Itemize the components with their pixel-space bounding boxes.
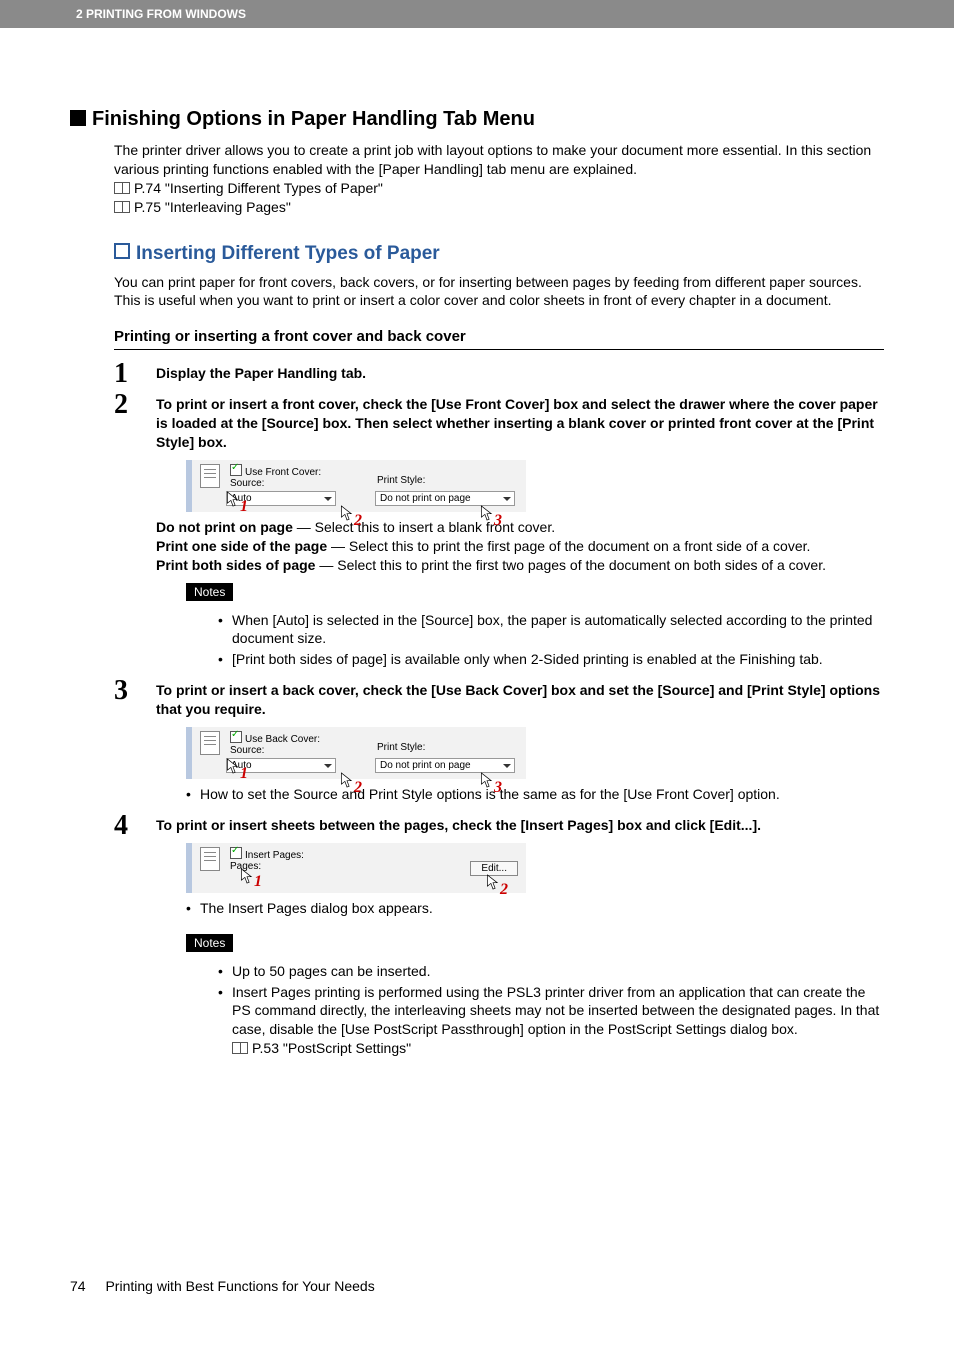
notes-list: Up to 50 pages can be inserted. Insert P… (218, 962, 884, 1058)
checkbox-icon (230, 731, 242, 743)
page-icon (200, 731, 220, 755)
callout-number: 1 (240, 498, 248, 516)
source-label: Source: (230, 478, 371, 489)
steps-list: Display the Paper Handling tab. To print… (114, 364, 884, 1058)
figure-back-cover: Use Back Cover: Source: Print Style: Aut… (186, 727, 526, 779)
page-icon (200, 847, 220, 871)
checkbox-icon (230, 847, 242, 859)
figure-front-cover: Use Front Cover: Source: Print Style: Au… (186, 460, 526, 512)
book-icon (232, 1042, 248, 1054)
source-label: Source: (230, 745, 371, 756)
chk-label: Use Back Cover: (245, 734, 320, 745)
step-after-list: How to set the Source and Print Style op… (186, 785, 884, 804)
bullet-square-icon (70, 110, 86, 126)
doc-header: 2 PRINTING FROM WINDOWS (0, 0, 954, 28)
step-desc: Do not print on page — Select this to in… (156, 518, 884, 575)
printstyle-label: Print Style: (377, 742, 518, 753)
note-item: Insert Pages printing is performed using… (218, 983, 884, 1059)
h2-text: Inserting Different Types of Paper (136, 243, 440, 264)
checkbox-icon (230, 464, 242, 476)
chapter-title: 2 PRINTING FROM WINDOWS (76, 7, 246, 21)
page-content: Finishing Options in Paper Handling Tab … (0, 28, 954, 1324)
book-icon (114, 182, 130, 194)
cursor-icon (240, 867, 254, 885)
printstyle-dropdown[interactable]: Do not print on page (375, 491, 515, 506)
intro-ref-1: P.74 "Inserting Different Types of Paper… (114, 179, 884, 198)
step-after-list: The Insert Pages dialog box appears. (186, 899, 884, 918)
callout-number: 2 (354, 512, 362, 530)
step-title: To print or insert a back cover, check t… (156, 681, 884, 719)
notes-list: When [Auto] is selected in the [Source] … (218, 611, 884, 670)
cursor-icon (480, 504, 494, 522)
callout-number: 1 (240, 765, 248, 783)
after-item: The Insert Pages dialog box appears. (186, 899, 884, 918)
intro-ref-2: P.75 "Interleaving Pages" (114, 198, 884, 217)
book-icon (114, 201, 130, 213)
footer-title: Printing with Best Functions for Your Ne… (105, 1278, 374, 1294)
note-item: Up to 50 pages can be inserted. (218, 962, 884, 981)
step-title: To print or insert a front cover, check … (156, 395, 884, 452)
intro-text: The printer driver allows you to create … (114, 141, 884, 179)
notes-tag: Notes (186, 934, 233, 952)
step-2: To print or insert a front cover, check … (114, 395, 884, 669)
cursor-icon (226, 490, 240, 508)
heading-2: Inserting Different Types of Paper (114, 243, 884, 265)
notes-tag: Notes (186, 583, 233, 601)
step-3: To print or insert a back cover, check t… (114, 681, 884, 804)
paragraph: You can print paper for front covers, ba… (114, 273, 884, 311)
cursor-icon (340, 504, 354, 522)
note-item: [Print both sides of page] is available … (218, 650, 884, 669)
step-title: Display the Paper Handling tab. (156, 364, 884, 383)
heading-1: Finishing Options in Paper Handling Tab … (70, 108, 884, 131)
step-1: Display the Paper Handling tab. (114, 364, 884, 383)
step-title: To print or insert sheets between the pa… (156, 816, 884, 835)
callout-number: 3 (494, 512, 502, 530)
printstyle-label: Print Style: (377, 475, 518, 486)
step-4: To print or insert sheets between the pa… (114, 816, 884, 1058)
after-item: How to set the Source and Print Style op… (186, 785, 884, 804)
note-ref: P.53 "PostScript Settings" (252, 1040, 411, 1056)
h1-text: Finishing Options in Paper Handling Tab … (92, 108, 535, 130)
heading-3: Printing or inserting a front cover and … (114, 328, 884, 345)
callout-number: 2 (500, 881, 508, 899)
page-number: 74 (70, 1278, 86, 1294)
printstyle-dropdown[interactable]: Do not print on page (375, 758, 515, 773)
divider (114, 349, 884, 350)
cursor-icon (486, 873, 500, 891)
page-icon (200, 464, 220, 488)
chk-label: Insert Pages: (245, 850, 304, 861)
cursor-icon (226, 757, 240, 775)
page-footer: 74 Printing with Best Functions for Your… (70, 1278, 884, 1294)
hollow-square-icon (114, 243, 130, 259)
intro-block: The printer driver allows you to create … (114, 141, 884, 217)
callout-number: 1 (254, 873, 262, 891)
figure-insert-pages: Insert Pages: Pages: Edit... 1 2 (186, 843, 526, 893)
note-item: When [Auto] is selected in the [Source] … (218, 611, 884, 649)
chk-label: Use Front Cover: (245, 467, 321, 478)
